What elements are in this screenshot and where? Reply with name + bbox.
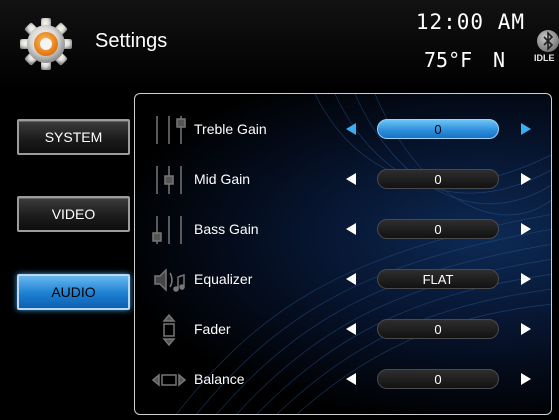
increase-arrow-button[interactable]: [521, 173, 531, 185]
increase-arrow-button[interactable]: [521, 223, 531, 235]
increase-arrow-button[interactable]: [521, 273, 531, 285]
setting-row-treble-gain[interactable]: Treble Gain 0: [135, 106, 551, 156]
setting-row-fader[interactable]: Fader 0: [135, 306, 551, 356]
decrease-arrow-button[interactable]: [346, 373, 356, 385]
increase-arrow-button[interactable]: [521, 123, 531, 135]
setting-label: Fader: [194, 321, 231, 337]
page-title: Settings: [95, 30, 168, 52]
header-bar: Settings 12:00 AM 75°F N IDLE: [0, 0, 559, 90]
tab-audio[interactable]: AUDIO: [17, 274, 130, 310]
bass-icon: [152, 216, 182, 244]
compass-display: N: [493, 48, 506, 72]
audio-settings-panel: Treble Gain 0 Mid Gain 0 Bass Gain 0 Equ…: [134, 93, 552, 415]
mid-icon: [156, 166, 182, 194]
tab-system-label: SYSTEM: [44, 129, 103, 145]
setting-value[interactable]: 0: [377, 219, 499, 239]
setting-value[interactable]: 0: [377, 169, 499, 189]
bluetooth-status-label: IDLE: [534, 53, 555, 63]
decrease-arrow-button[interactable]: [346, 323, 356, 335]
fader-icon: [162, 313, 176, 347]
balance-icon: [151, 373, 187, 387]
setting-label: Equalizer: [194, 271, 253, 287]
setting-row-mid-gain[interactable]: Mid Gain 0: [135, 156, 551, 206]
setting-label: Balance: [194, 371, 245, 387]
decrease-arrow-button[interactable]: [346, 123, 356, 135]
decrease-arrow-button[interactable]: [346, 223, 356, 235]
increase-arrow-button[interactable]: [521, 323, 531, 335]
clock-display: 12:00 AM: [415, 10, 525, 34]
treble-icon: [156, 116, 186, 144]
tab-video-label: VIDEO: [51, 206, 96, 222]
bluetooth-status[interactable]: IDLE: [534, 30, 559, 70]
setting-row-equalizer[interactable]: Equalizer FLAT: [135, 256, 551, 306]
increase-arrow-button[interactable]: [521, 373, 531, 385]
setting-label: Bass Gain: [194, 221, 259, 237]
decrease-arrow-button[interactable]: [346, 273, 356, 285]
equalizer-icon: [154, 268, 185, 292]
bluetooth-icon: [537, 30, 559, 52]
setting-label: Treble Gain: [194, 121, 267, 137]
settings-gear-icon: [20, 18, 72, 70]
setting-value[interactable]: 0: [377, 319, 499, 339]
tab-system[interactable]: SYSTEM: [17, 119, 130, 155]
tab-audio-label: AUDIO: [51, 284, 96, 300]
decrease-arrow-button[interactable]: [346, 173, 356, 185]
setting-row-bass-gain[interactable]: Bass Gain 0: [135, 206, 551, 256]
setting-value[interactable]: FLAT: [377, 269, 499, 289]
setting-row-balance[interactable]: Balance 0: [135, 356, 551, 406]
setting-value[interactable]: 0: [377, 369, 499, 389]
setting-label: Mid Gain: [194, 171, 251, 187]
temperature-display: 75°F: [424, 48, 473, 72]
tab-video[interactable]: VIDEO: [17, 196, 130, 232]
setting-value[interactable]: 0: [377, 119, 499, 139]
